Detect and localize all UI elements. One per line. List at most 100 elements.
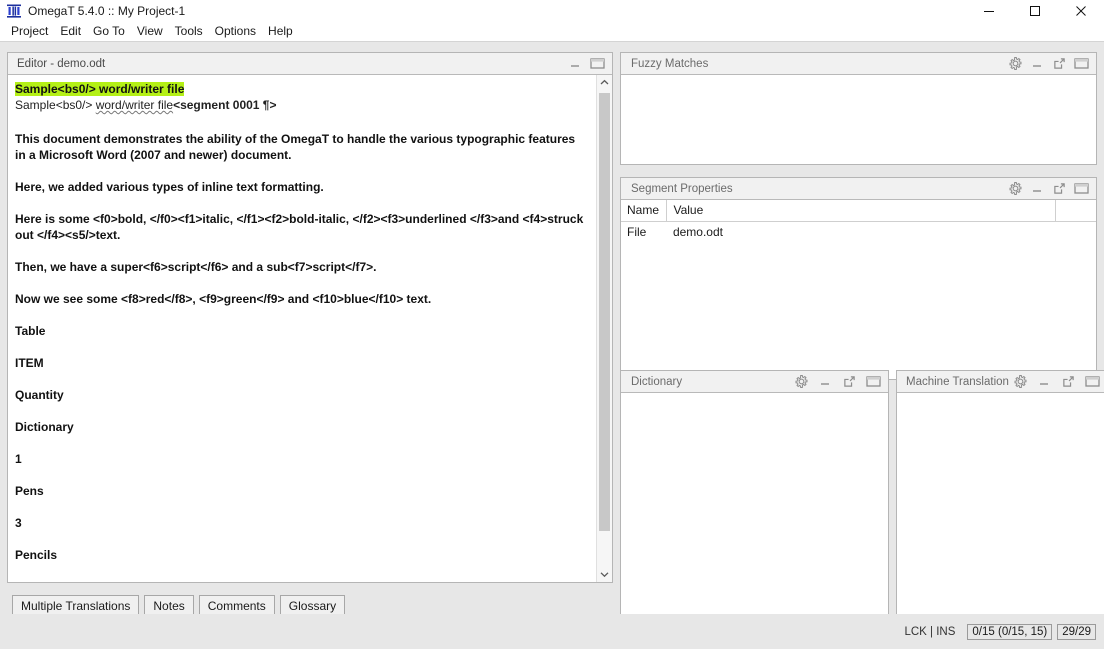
dictionary-title: Dictionary xyxy=(631,375,683,388)
fuzzy-matches-content[interactable] xyxy=(621,75,1096,164)
scrollbar-thumb[interactable] xyxy=(599,93,610,531)
window-minimize-button[interactable] xyxy=(966,0,1012,21)
editor-paragraph[interactable]: Table xyxy=(15,323,588,339)
dictionary-panel: Dictionary xyxy=(620,370,889,629)
menu-item-project[interactable]: Project xyxy=(5,22,54,40)
editor-paragraph[interactable]: Pencils xyxy=(15,547,588,563)
segment-properties-content[interactable]: Name Value File demo.odt xyxy=(621,200,1096,379)
status-segment-counts: 0/15 (0/15, 15) xyxy=(967,623,1053,640)
editor-paragraph[interactable]: Pens xyxy=(15,483,588,499)
table-row[interactable]: File demo.odt xyxy=(621,222,1096,243)
editor-paragraph[interactable]: Here, we added various types of inline t… xyxy=(15,179,588,195)
status-file-counts: 29/29 xyxy=(1057,623,1096,640)
external-link-icon[interactable] xyxy=(1052,181,1067,196)
minimize-icon[interactable] xyxy=(1030,181,1045,196)
fuzzy-matches-titlebar: Fuzzy Matches xyxy=(621,53,1096,75)
editor-panel-buttons xyxy=(568,56,608,71)
column-header-name[interactable]: Name xyxy=(621,200,668,222)
gear-icon[interactable] xyxy=(1008,56,1023,71)
machine-translation-buttons xyxy=(1013,374,1103,389)
row-name: File xyxy=(627,225,647,239)
omegat-logo-icon xyxy=(6,3,22,19)
chevron-down-icon[interactable] xyxy=(597,567,612,582)
editor-content-area[interactable]: Sample<bs0/> word/writer file Sample<bs0… xyxy=(8,75,612,582)
editor-paragraph[interactable]: This document demonstrates the ability o… xyxy=(15,131,588,163)
fuzzy-matches-buttons xyxy=(1008,56,1092,71)
gear-icon[interactable] xyxy=(1013,374,1028,389)
editor-paragraph[interactable]: ITEM xyxy=(15,355,588,371)
editor-paragraph[interactable]: Dictionary xyxy=(15,419,588,435)
editor-paragraph[interactable]: Now we see some <f8>red</f8>, <f9>green<… xyxy=(15,291,588,307)
maximize-icon[interactable] xyxy=(866,374,881,389)
dictionary-buttons xyxy=(794,374,884,389)
editor-panel: Editor - demo.odt Sample<bs0/> word/writ… xyxy=(7,52,613,583)
gear-icon[interactable] xyxy=(1008,181,1023,196)
gear-icon[interactable] xyxy=(794,374,809,389)
external-link-icon[interactable] xyxy=(842,374,857,389)
column-header-extra[interactable] xyxy=(1055,200,1096,222)
window-controls xyxy=(966,0,1104,21)
menu-item-goto[interactable]: Go To xyxy=(87,22,131,40)
editor-paragraph[interactable]: Here is some <f0>bold, </f0><f1>italic, … xyxy=(15,211,588,243)
maximize-icon[interactable] xyxy=(590,56,605,71)
fuzzy-matches-title: Fuzzy Matches xyxy=(631,57,709,70)
maximize-icon[interactable] xyxy=(1074,181,1089,196)
minimize-icon[interactable] xyxy=(818,374,833,389)
external-link-icon[interactable] xyxy=(1061,374,1076,389)
menu-item-options[interactable]: Options xyxy=(209,22,262,40)
menu-item-help[interactable]: Help xyxy=(262,22,299,40)
segment-properties-buttons xyxy=(1008,181,1092,196)
window-maximize-button[interactable] xyxy=(1012,0,1058,21)
editor-paragraph[interactable]: 3 xyxy=(15,515,588,531)
editor-panel-titlebar: Editor - demo.odt xyxy=(8,53,612,75)
maximize-icon[interactable] xyxy=(1085,374,1100,389)
chevron-up-icon[interactable] xyxy=(597,75,612,90)
editor-text-area[interactable]: Sample<bs0/> word/writer file Sample<bs0… xyxy=(8,75,596,582)
table-header-row: Name Value xyxy=(621,200,1096,222)
editor-paragraph[interactable]: Quantity xyxy=(15,387,588,403)
minimize-icon[interactable] xyxy=(568,56,583,71)
segment-target-prefix: Sample<bs0/> xyxy=(15,98,96,112)
row-extra xyxy=(1055,222,1096,243)
row-value: demo.odt xyxy=(672,225,723,239)
minimize-icon[interactable] xyxy=(1030,56,1045,71)
external-link-icon[interactable] xyxy=(1052,56,1067,71)
segment-properties-panel: Segment Properties Name Value File demo.… xyxy=(620,177,1097,380)
editor-paragraph[interactable]: 1 xyxy=(15,451,588,467)
editor-paragraph[interactable]: Then, we have a super<f6>script</f6> and… xyxy=(15,259,588,275)
segment-properties-table: Name Value File demo.odt xyxy=(621,200,1096,242)
menu-item-edit[interactable]: Edit xyxy=(54,22,87,40)
active-segment-source: Sample<bs0/> word/writer file xyxy=(15,82,185,96)
main-work-area: Editor - demo.odt Sample<bs0/> word/writ… xyxy=(0,42,1104,629)
segment-source-line: Sample<bs0/> word/writer file xyxy=(15,81,588,97)
segment-marker: <segment 0001 ¶> xyxy=(173,98,277,112)
segment-properties-titlebar: Segment Properties xyxy=(621,178,1096,200)
segment-target-line[interactable]: Sample<bs0/> word/writer file<segment 00… xyxy=(15,97,588,113)
column-header-value[interactable]: Value xyxy=(666,200,1056,222)
menubar: Project Edit Go To View Tools Options He… xyxy=(0,21,1104,42)
editor-panel-title: Editor - demo.odt xyxy=(17,57,106,70)
menu-item-tools[interactable]: Tools xyxy=(169,22,209,40)
maximize-icon[interactable] xyxy=(1074,56,1089,71)
editor-vertical-scrollbar[interactable] xyxy=(596,75,612,582)
dictionary-titlebar: Dictionary xyxy=(621,371,888,393)
fuzzy-matches-panel: Fuzzy Matches xyxy=(620,52,1097,165)
segment-target-spellchecked: word/writer file xyxy=(95,98,174,112)
window-titlebar: OmegaT 5.4.0 :: My Project-1 xyxy=(0,0,1104,21)
menu-item-view[interactable]: View xyxy=(131,22,169,40)
status-lock-insert: LCK | INS xyxy=(904,625,956,638)
minimize-icon[interactable] xyxy=(1037,374,1052,389)
window-close-button[interactable] xyxy=(1058,0,1104,21)
